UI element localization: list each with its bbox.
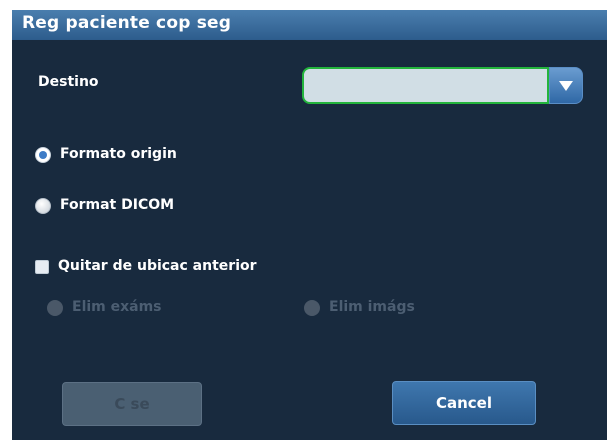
remove-source-label[interactable]: Quitar de ubicac anterior (58, 258, 257, 274)
original-format-label[interactable]: Formato origin (60, 146, 177, 162)
remove-source-checkbox[interactable] (35, 260, 49, 274)
radio-dicom-format[interactable] (35, 198, 51, 214)
title-bar: Reg paciente cop seg (12, 10, 607, 40)
chevron-down-icon (559, 81, 573, 91)
backup-dialog: Reg paciente cop seg Destino Formato ori… (12, 10, 607, 440)
ok-button[interactable]: C se (62, 382, 202, 426)
radio-delete-images[interactable] (304, 300, 320, 316)
dropdown-button[interactable] (549, 67, 583, 104)
destination-label: Destino (38, 74, 99, 90)
destination-dropdown[interactable] (302, 67, 583, 104)
delete-exams-label: Elim exáms (72, 299, 162, 315)
dicom-format-label[interactable]: Format DICOM (60, 197, 174, 213)
radio-delete-exams[interactable] (47, 300, 63, 316)
radio-original-format[interactable] (35, 147, 51, 163)
dialog-title: Reg paciente cop seg (22, 13, 232, 33)
delete-images-label: Elim imágs (329, 299, 415, 315)
cancel-button[interactable]: Cancel (392, 381, 536, 425)
destination-field[interactable] (302, 67, 549, 104)
